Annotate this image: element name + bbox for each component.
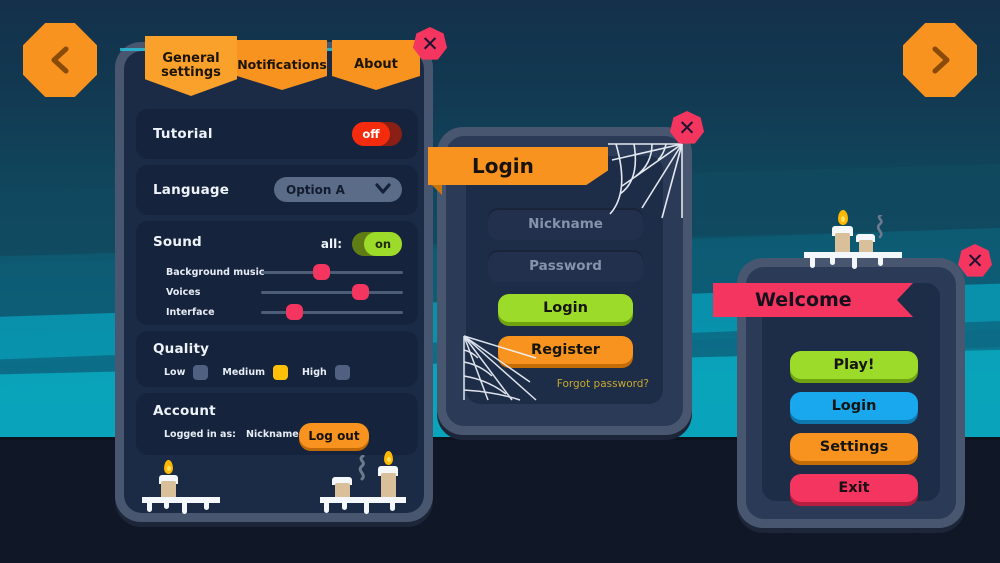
login-title-ribbon: Login xyxy=(428,147,608,185)
tutorial-toggle-knob: off xyxy=(352,122,390,146)
register-label: Register xyxy=(531,342,600,358)
quality-label: Quality xyxy=(153,341,210,357)
quality-checkbox-medium[interactable] xyxy=(272,365,288,380)
candle-shelf xyxy=(320,497,406,503)
welcome-settings-button[interactable]: Settings xyxy=(790,433,918,461)
slider-track xyxy=(261,291,403,294)
language-select-value: Option A xyxy=(286,182,345,197)
candle-flame-icon xyxy=(164,460,173,474)
close-icon: ✕ xyxy=(421,31,439,56)
nickname-input[interactable]: Nickname xyxy=(488,208,643,240)
slider-thumb[interactable] xyxy=(285,304,303,320)
account-username: Nickname xyxy=(246,429,299,440)
slider-label-interface: Interface xyxy=(166,307,215,318)
login-submit-button[interactable]: Login xyxy=(498,294,633,322)
exit-button[interactable]: Exit xyxy=(790,474,918,502)
welcome-login-button[interactable]: Login xyxy=(790,392,918,420)
candle-drip xyxy=(364,503,369,514)
candle-body xyxy=(335,483,350,497)
candle-drip xyxy=(342,503,347,510)
candle-shelf xyxy=(142,497,220,503)
tutorial-row: Tutorial off xyxy=(136,109,418,159)
candle-wax xyxy=(378,466,398,476)
candle-drip xyxy=(182,503,187,514)
exit-button-label: Exit xyxy=(838,480,870,496)
quality-options: Low Medium High xyxy=(164,365,350,380)
candle-drip xyxy=(204,503,209,510)
tab-about-label: About xyxy=(354,57,398,73)
sound-section: Sound all: on Background music Voices In… xyxy=(136,221,418,325)
tutorial-label: Tutorial xyxy=(153,126,213,142)
voices-slider[interactable] xyxy=(261,284,403,300)
settings-panel-body: Tutorial off Language Option A Sound all… xyxy=(124,51,424,514)
candle-body xyxy=(161,481,176,499)
candle-decoration-left xyxy=(142,451,406,514)
candle-wax xyxy=(332,477,352,485)
welcome-title-ribbon: Welcome xyxy=(713,283,913,317)
account-label: Account xyxy=(153,403,216,419)
forgot-password-link[interactable]: Forgot password? xyxy=(557,378,649,390)
tab-general-settings-label: General settings xyxy=(161,51,221,80)
account-section: Account Logged in as: Nickname Log out xyxy=(136,393,418,455)
password-input[interactable]: Password xyxy=(488,250,643,282)
candle-drip xyxy=(164,503,169,509)
chevron-right-icon xyxy=(927,45,953,75)
quality-option-label-high: High xyxy=(301,367,327,378)
slider-track xyxy=(261,271,403,274)
play-button-label: Play! xyxy=(833,357,875,373)
quality-checkbox-high[interactable] xyxy=(334,365,350,380)
sound-all-label: all: xyxy=(320,237,342,251)
welcome-title: Welcome xyxy=(755,289,852,311)
close-icon: ✕ xyxy=(966,248,984,273)
nickname-placeholder: Nickname xyxy=(528,216,603,232)
login-panel-body: Nickname Password Login Register Forgot … xyxy=(463,156,663,404)
tab-notifications-label: Notifications xyxy=(237,57,327,73)
chevron-down-icon xyxy=(374,181,392,201)
game-ui-stage: Tutorial off Language Option A Sound all… xyxy=(0,0,1000,563)
log-out-button[interactable]: Log out xyxy=(299,423,369,448)
candle-drip xyxy=(147,503,152,512)
candle-drip xyxy=(390,503,395,511)
register-button[interactable]: Register xyxy=(498,336,633,364)
tutorial-toggle[interactable]: off xyxy=(352,122,402,146)
slider-thumb[interactable] xyxy=(352,284,370,300)
sound-all-toggle[interactable]: on xyxy=(352,232,402,256)
interface-slider[interactable] xyxy=(261,304,403,320)
play-button[interactable]: Play! xyxy=(790,351,918,379)
quality-section: Quality Low Medium High xyxy=(136,331,418,387)
settings-tabs: General settings Notifications About xyxy=(120,36,428,98)
candle-body xyxy=(381,473,396,498)
sound-label: Sound xyxy=(153,234,202,250)
tab-about[interactable]: About xyxy=(332,40,420,90)
quality-option-label-low: Low xyxy=(164,367,186,378)
password-placeholder: Password xyxy=(529,258,602,274)
sound-all-toggle-knob: on xyxy=(364,232,402,256)
slider-label-background-music: Background music xyxy=(166,267,265,278)
welcome-settings-label: Settings xyxy=(819,439,889,455)
close-icon: ✕ xyxy=(678,115,696,140)
language-select[interactable]: Option A xyxy=(274,177,402,202)
language-label: Language xyxy=(153,182,230,198)
background-music-slider[interactable] xyxy=(261,264,403,280)
login-submit-label: Login xyxy=(543,300,588,316)
candle-wax xyxy=(159,475,178,484)
quality-checkbox-low[interactable] xyxy=(193,365,209,380)
logged-in-as-label: Logged in as: xyxy=(164,429,236,440)
candle-drip xyxy=(324,503,329,513)
login-title: Login xyxy=(472,154,534,178)
slider-thumb[interactable] xyxy=(312,264,330,280)
chevron-left-icon xyxy=(47,45,73,75)
settings-panel: Tutorial off Language Option A Sound all… xyxy=(115,42,433,522)
tab-general-settings[interactable]: General settings xyxy=(145,36,237,96)
tab-notifications[interactable]: Notifications xyxy=(237,40,327,90)
welcome-login-label: Login xyxy=(831,398,877,414)
slider-track xyxy=(261,311,403,314)
slider-label-voices: Voices xyxy=(166,287,201,298)
quality-option-label-medium: Medium xyxy=(222,367,265,378)
language-row: Language Option A xyxy=(136,165,418,215)
candle-smoke-icon xyxy=(348,454,378,485)
